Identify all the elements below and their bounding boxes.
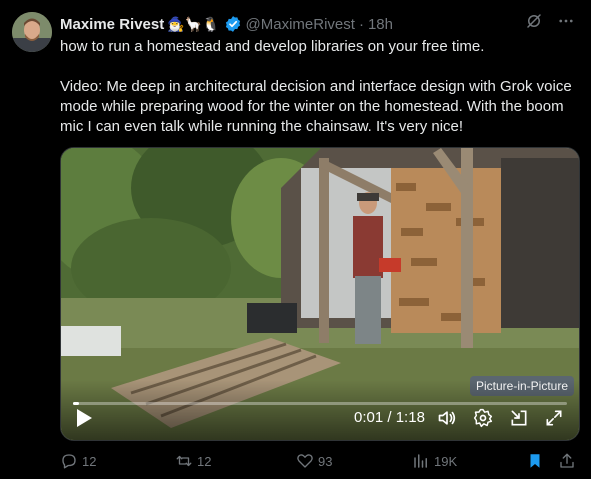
fullscreen-icon[interactable] [544,408,564,428]
settings-gear-icon[interactable] [473,408,493,428]
post-time[interactable]: 18h [368,16,393,33]
volume-icon[interactable] [437,408,457,428]
repost-icon [176,455,192,467]
tweet-header: Maxime Rivest 🧙‍♂️🦙🐧 @MaximeRivest · 18h [60,14,579,34]
time-separator: / [387,409,392,426]
duration: 1:18 [395,409,425,426]
bookmark-button[interactable] [526,452,548,470]
picture-in-picture-icon[interactable] [509,408,529,428]
share-icon [560,453,574,468]
author-emojis: 🧙‍♂️🦙🐧 [167,15,220,32]
grok-icon[interactable] [525,12,543,30]
tweet-text-line2: Video: Me deep in architectural decision… [60,78,572,135]
reply-count: 12 [82,453,97,469]
avatar-image [12,12,52,52]
views-button[interactable]: 19K [412,452,457,470]
verified-badge-icon [225,16,240,32]
video-time: 0:01 / 1:18 [354,409,425,426]
more-options-icon[interactable] [557,12,575,30]
avatar[interactable] [12,12,52,52]
author-name[interactable]: Maxime Rivest [60,16,164,33]
repost-count: 12 [197,453,212,469]
share-button[interactable] [558,452,580,470]
play-icon[interactable] [75,408,93,428]
heart-icon [297,454,313,468]
video-progress-bar[interactable] [73,402,567,405]
repost-button[interactable]: 12 [175,452,211,470]
tweet-text: how to run a homestead and develop libra… [60,37,580,137]
views-count: 19K [434,453,458,469]
tweet-actions: 12 12 93 19K [60,450,579,474]
video-controls: 0:01 / 1:18 [61,380,579,440]
like-button[interactable]: 93 [296,452,332,470]
tweet-text-line1: how to run a homestead and develop libra… [60,38,485,55]
separator-dot: · [358,15,364,33]
current-time: 0:01 [354,409,384,426]
author-handle[interactable]: @MaximeRivest [246,16,355,33]
views-chart-icon [414,454,427,468]
video-player[interactable]: Picture-in-Picture 0:01 / 1:18 [60,147,580,441]
reply-icon [62,454,76,469]
video-progress-fill [73,402,80,405]
reply-button[interactable]: 12 [60,452,96,470]
bookmark-icon [530,454,540,468]
like-count: 93 [318,453,333,469]
